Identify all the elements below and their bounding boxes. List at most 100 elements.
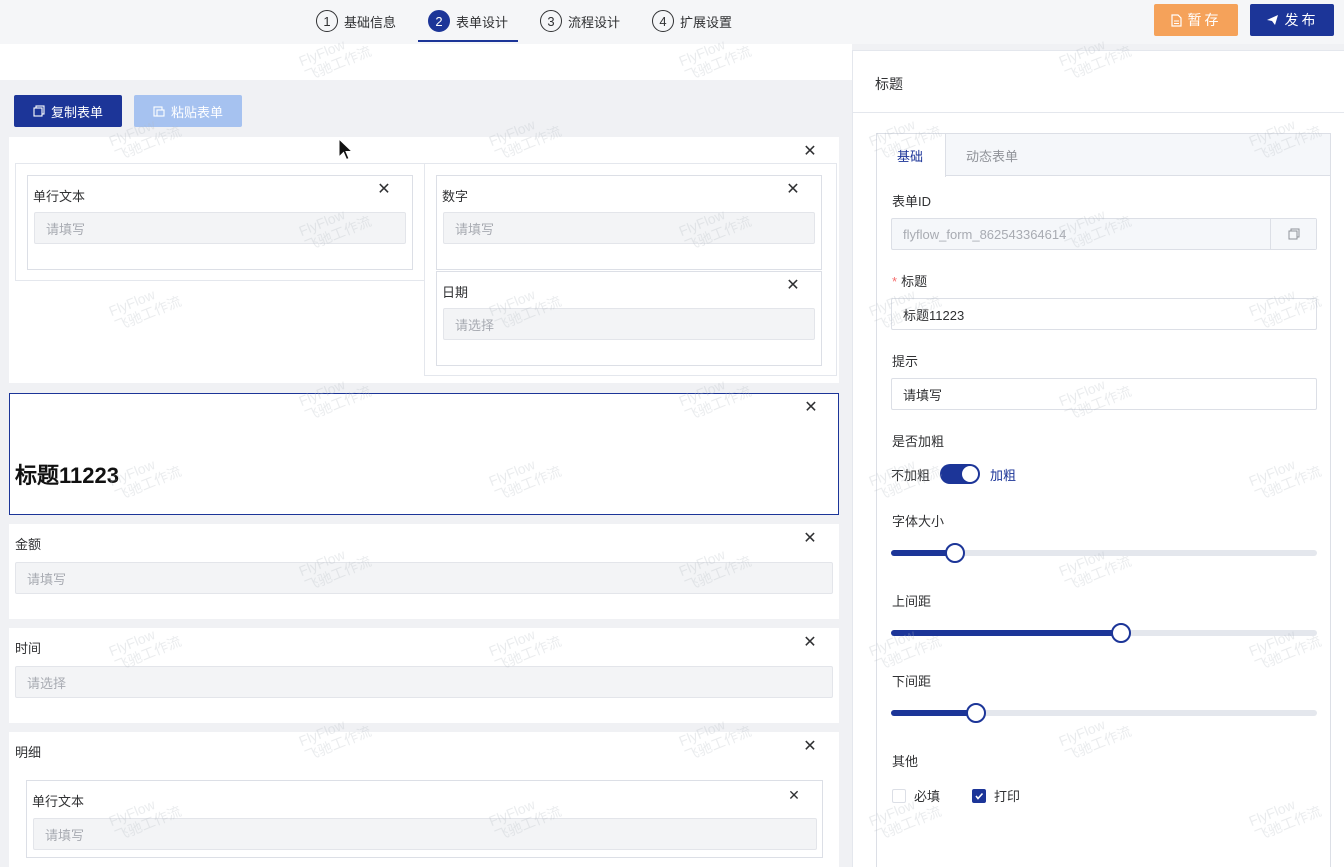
step-label: 基础信息 [344,14,397,30]
slider-handle[interactable] [944,543,965,563]
bold-label: 是否加粗 [892,434,945,449]
field-label: 金额 [15,537,42,552]
copy-icon [33,105,45,117]
text-input[interactable]: 请填写 [34,212,406,244]
detail-table-field[interactable]: 明细 ✕ 单行文本 ✕ 请填写 [9,732,839,867]
close-icon[interactable]: ✕ [785,182,801,198]
print-checkbox-row[interactable]: 打印 [972,786,1020,805]
close-icon[interactable]: ✕ [803,400,819,416]
form-id-field: flyflow_form_862543364614 [891,218,1317,250]
title-component-selected[interactable]: ✕ 标题11223 [9,393,839,515]
bold-switch-row: 不加粗 加粗 [891,464,1016,484]
copy-form-label: 复制表单 [50,104,103,120]
title-input[interactable]: 标题11223 [891,298,1317,330]
top-bar: 1 基础信息 2 表单设计 3 流程设计 4 扩展设置 暂存 发布 [0,0,1344,44]
tab-dynamic-form[interactable]: 动态表单 [946,134,1038,176]
date-field[interactable]: 日期 ✕ 请选择 [436,271,822,366]
margin-top-slider[interactable] [891,623,1317,643]
required-checkbox-row[interactable]: 必填 [892,786,940,805]
paste-form-button[interactable]: 粘贴表单 [134,95,242,127]
layout-column-right: 数字 ✕ 请填写 日期 ✕ 请选择 [424,163,837,376]
number-input[interactable]: 请填写 [443,212,815,244]
bold-on-label: 加粗 [990,467,1017,483]
number-field[interactable]: 数字 ✕ 请填写 [436,175,822,270]
close-icon[interactable]: ✕ [802,635,818,651]
close-icon[interactable]: ✕ [376,182,392,198]
properties-panel: 标题 基础 动态表单 表单ID flyflow_form_86254336461… [852,50,1344,867]
close-icon[interactable]: ✕ [802,531,818,547]
single-line-text-field[interactable]: 单行文本 ✕ 请填写 [27,175,413,270]
title-label-text: 标题 [901,274,928,289]
mouse-cursor-icon [338,138,354,161]
close-icon[interactable]: ✕ [786,787,802,803]
field-label: 日期 [442,285,469,300]
step-nav: 1 基础信息 2 表单设计 3 流程设计 4 扩展设置 [316,0,754,44]
margin-bottom-slider[interactable] [891,703,1317,723]
text-input[interactable]: 请填写 [33,818,817,850]
layout-columns-block[interactable]: ✕ 单行文本 ✕ 请填写 数字 ✕ 请填写 日期 ✕ 请选择 [9,137,839,383]
copy-icon [1288,228,1299,240]
step-extend-settings[interactable]: 4 扩展设置 [642,0,742,42]
step-number: 1 [316,10,338,32]
document-icon [1170,13,1182,27]
close-icon[interactable]: ✕ [785,278,801,294]
copy-id-button[interactable] [1270,219,1316,249]
step-number: 3 [540,10,563,32]
slider-fill [891,630,1122,636]
slider-fill [891,710,977,716]
step-basic-info[interactable]: 1 基础信息 [316,0,406,42]
font-size-label: 字体大小 [892,514,945,529]
slider-handle[interactable] [1111,623,1132,643]
other-label: 其他 [892,754,919,769]
time-input[interactable]: 请选择 [15,666,833,698]
publish-label: 发布 [1284,12,1319,28]
form-id-label: 表单ID [892,194,932,209]
close-icon[interactable]: ✕ [802,144,818,160]
hint-label: 提示 [892,354,919,369]
step-flow-design[interactable]: 3 流程设计 [530,0,630,42]
field-label: 时间 [15,641,42,656]
field-label: 单行文本 [32,794,85,809]
title-field-label: * 标题 [892,271,927,290]
hint-input[interactable]: 请填写 [891,378,1317,410]
canvas-top-strip [0,44,852,80]
time-field[interactable]: 时间 ✕ 请选择 [9,628,839,723]
required-marker: * [892,274,898,289]
amount-input[interactable]: 请填写 [15,562,833,594]
paste-icon [153,106,165,117]
required-label: 必填 [914,789,941,804]
amount-field[interactable]: 金额 ✕ 请填写 [9,524,839,619]
paste-form-label: 粘贴表单 [170,104,223,120]
step-label: 表单设计 [456,14,509,30]
panel-header: 标题 [853,51,1344,113]
layout-column-left: 单行文本 ✕ 请填写 [15,163,425,281]
publish-button[interactable]: 发布 [1250,4,1334,36]
tab-basic[interactable]: 基础 [877,134,946,177]
tabs-header: 基础 动态表单 [877,134,1330,177]
font-size-slider[interactable] [891,543,1317,563]
print-checkbox[interactable] [972,788,986,803]
close-icon[interactable]: ✕ [802,739,818,755]
date-input[interactable]: 请选择 [443,308,815,340]
step-label: 流程设计 [568,14,621,30]
field-label: 数字 [442,189,469,204]
step-label: 扩展设置 [680,14,733,30]
title-text: 标题11223 [15,463,119,488]
save-label: 暂存 [1187,12,1222,28]
step-form-design[interactable]: 2 表单设计 [418,0,519,42]
required-checkbox[interactable] [892,788,906,803]
detail-single-line-text-field[interactable]: 单行文本 ✕ 请填写 [26,780,823,858]
margin-top-label: 上间距 [892,594,932,609]
print-label: 打印 [994,789,1021,804]
save-draft-button[interactable]: 暂存 [1154,4,1238,36]
field-label: 单行文本 [33,189,86,204]
step-number: 2 [428,10,451,32]
panel-title: 标题 [875,76,903,92]
form-id-value: flyflow_form_862543364614 [903,226,1067,242]
field-label: 明细 [15,745,42,760]
send-icon [1266,15,1278,25]
bold-off-label: 不加粗 [891,467,931,483]
copy-form-button[interactable]: 复制表单 [14,95,122,127]
bold-switch[interactable] [940,464,981,484]
check-icon [975,792,984,800]
